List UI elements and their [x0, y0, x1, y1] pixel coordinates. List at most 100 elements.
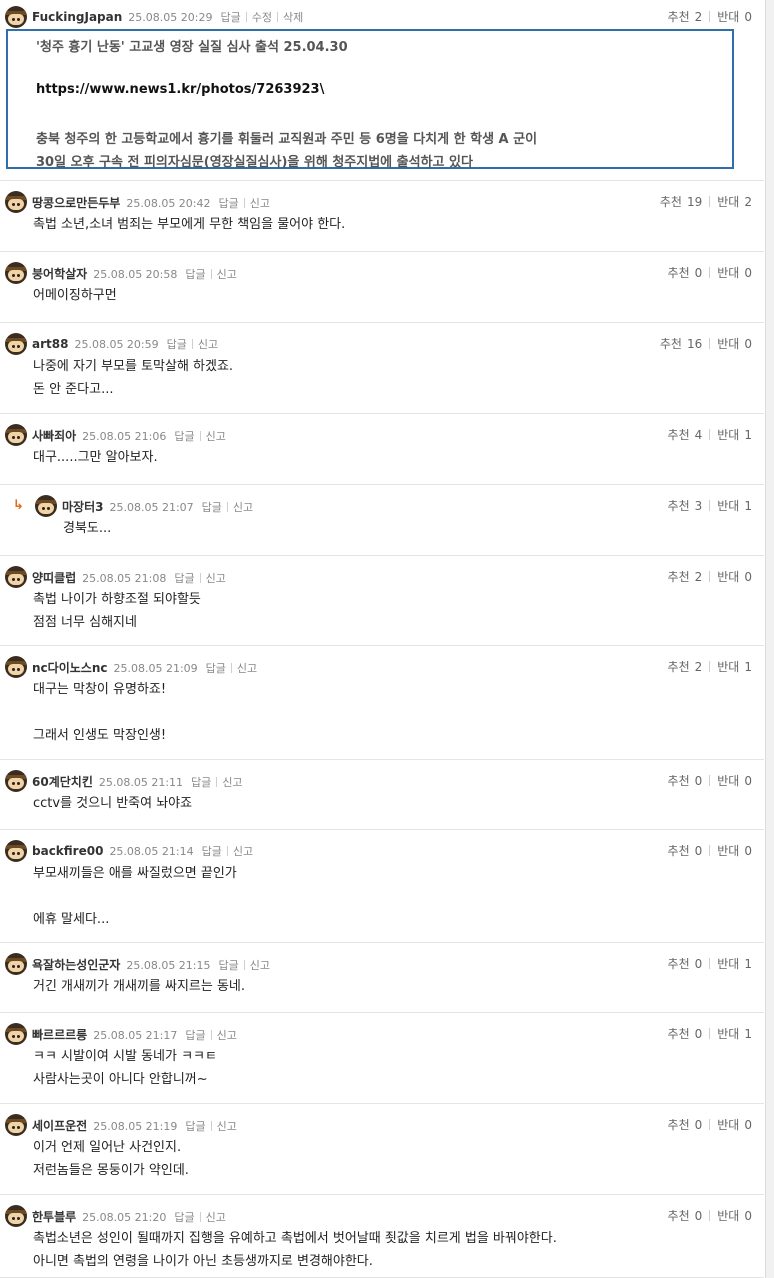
comment-text: cctv를 것으니 반죽여 놔야죠 — [33, 796, 193, 811]
nickname[interactable]: 땅콩으로만든두부 — [32, 196, 120, 210]
downvote-button[interactable]: 반대 — [717, 428, 739, 442]
avatar[interactable] — [5, 770, 27, 792]
reply-link[interactable]: 답글 — [220, 11, 240, 24]
avatar[interactable] — [5, 1023, 27, 1045]
upvote-button[interactable]: 추천 — [660, 337, 682, 351]
reply-link[interactable]: 답글 — [174, 430, 194, 443]
avatar[interactable] — [5, 840, 27, 862]
report-link[interactable]: 신고 — [206, 430, 226, 443]
report-link[interactable]: 신고 — [206, 572, 226, 585]
upvote-button[interactable]: 추천 — [668, 957, 690, 971]
avatar[interactable] — [5, 1205, 27, 1227]
vote-counts: 추천 16 반대 0 — [660, 335, 752, 352]
nickname[interactable]: 양띠클럽 — [32, 571, 76, 585]
upvote-count: 19 — [686, 195, 703, 209]
report-link[interactable]: 신고 — [250, 197, 270, 210]
upvote-button[interactable]: 추천 — [660, 195, 682, 209]
avatar[interactable] — [5, 953, 27, 975]
report-link[interactable]: 신고 — [250, 959, 270, 972]
report-link[interactable]: 신고 — [206, 1211, 226, 1224]
upvote-button[interactable]: 추천 — [668, 1118, 690, 1132]
avatar[interactable] — [5, 566, 27, 588]
reply-link[interactable]: 답글 — [185, 268, 205, 281]
nickname[interactable]: 사빠죄아 — [32, 429, 76, 443]
avatar[interactable] — [5, 6, 27, 28]
upvote-button[interactable]: 추천 — [668, 499, 690, 513]
nickname[interactable]: 붕어학살자 — [32, 267, 87, 281]
comment-meta: 양띠클럽 25.08.05 21:08 답글 신고 — [32, 569, 226, 586]
downvote-button[interactable]: 반대 — [717, 337, 739, 351]
divider — [276, 12, 278, 22]
avatar[interactable] — [5, 656, 27, 678]
delete-link[interactable]: 삭제 — [283, 11, 303, 24]
nickname[interactable]: 마장터3 — [62, 500, 103, 514]
article-link[interactable]: https://www.news1.kr/photos/7263923\ — [36, 82, 324, 97]
reply-link[interactable]: 답글 — [202, 845, 222, 858]
downvote-button[interactable]: 반대 — [717, 774, 739, 788]
reply-link[interactable]: 답글 — [167, 338, 187, 351]
avatar[interactable] — [5, 424, 27, 446]
reply-link[interactable]: 답글 — [185, 1120, 205, 1133]
nickname[interactable]: 한투블루 — [32, 1210, 76, 1224]
downvote-button[interactable]: 반대 — [717, 1118, 739, 1132]
report-link[interactable]: 신고 — [217, 268, 237, 281]
nickname[interactable]: 욕잘하는성인군자 — [32, 958, 120, 972]
avatar[interactable] — [5, 1114, 27, 1136]
reply-link[interactable]: 답글 — [191, 776, 211, 789]
vote-counts: 추천 0 반대 0 — [668, 1116, 752, 1133]
downvote-count: 0 — [744, 10, 752, 24]
divider — [230, 663, 232, 673]
upvote-button[interactable]: 추천 — [668, 10, 690, 24]
downvote-button[interactable]: 반대 — [717, 957, 739, 971]
avatar[interactable] — [5, 262, 27, 284]
report-link[interactable]: 신고 — [198, 338, 218, 351]
downvote-button[interactable]: 반대 — [717, 195, 739, 209]
upvote-button[interactable]: 추천 — [668, 774, 690, 788]
reply-link[interactable]: 답글 — [202, 501, 222, 514]
upvote-button[interactable]: 추천 — [668, 1209, 690, 1223]
nickname[interactable]: nc다이노스nc — [32, 661, 107, 675]
report-link[interactable]: 신고 — [237, 662, 257, 675]
reply-link[interactable]: 답글 — [185, 1029, 205, 1042]
nickname[interactable]: backfire00 — [32, 844, 103, 858]
nickname[interactable]: 빠르르르릉 — [32, 1028, 87, 1042]
upvote-button[interactable]: 추천 — [668, 428, 690, 442]
upvote-button[interactable]: 추천 — [668, 660, 690, 674]
report-link[interactable]: 신고 — [217, 1120, 237, 1133]
edit-link[interactable]: 수정 — [252, 11, 272, 24]
downvote-count: 0 — [744, 1209, 752, 1223]
divider — [709, 775, 711, 786]
reply-link[interactable]: 답글 — [206, 662, 226, 675]
report-link[interactable]: 신고 — [222, 776, 242, 789]
nickname[interactable]: 60계단치킨 — [32, 775, 93, 789]
upvote-button[interactable]: 추천 — [668, 570, 690, 584]
downvote-button[interactable]: 반대 — [717, 660, 739, 674]
downvote-button[interactable]: 반대 — [717, 266, 739, 280]
upvote-button[interactable]: 추천 — [668, 844, 690, 858]
downvote-button[interactable]: 반대 — [717, 1027, 739, 1041]
downvote-count: 1 — [744, 499, 752, 513]
downvote-button[interactable]: 반대 — [717, 10, 739, 24]
comment-item: 한투블루 25.08.05 21:20 답글 신고 추천 0 반대 0 촉법소년은 성인이 될때… — [0, 1195, 764, 1278]
reply-link[interactable]: 답글 — [219, 197, 239, 210]
comment-text: 나중에 자기 부모를 토막살해 하겠죠. 돈 안 준다고... — [33, 359, 234, 397]
reply-link[interactable]: 답글 — [174, 572, 194, 585]
report-link[interactable]: 신고 — [217, 1029, 237, 1042]
downvote-button[interactable]: 반대 — [717, 1209, 739, 1223]
report-link[interactable]: 신고 — [233, 845, 253, 858]
avatar[interactable] — [5, 191, 27, 213]
avatar[interactable] — [35, 495, 57, 517]
scrollbar[interactable] — [765, 0, 774, 1278]
upvote-button[interactable]: 추천 — [668, 266, 690, 280]
downvote-button[interactable]: 반대 — [717, 499, 739, 513]
reply-link[interactable]: 답글 — [174, 1211, 194, 1224]
downvote-button[interactable]: 반대 — [717, 570, 739, 584]
avatar[interactable] — [5, 333, 27, 355]
nickname[interactable]: FuckingJapan — [32, 10, 122, 24]
downvote-button[interactable]: 반대 — [717, 844, 739, 858]
nickname[interactable]: art88 — [32, 337, 68, 351]
report-link[interactable]: 신고 — [233, 501, 253, 514]
reply-link[interactable]: 답글 — [219, 959, 239, 972]
upvote-button[interactable]: 추천 — [668, 1027, 690, 1041]
nickname[interactable]: 세이프운전 — [32, 1119, 87, 1133]
